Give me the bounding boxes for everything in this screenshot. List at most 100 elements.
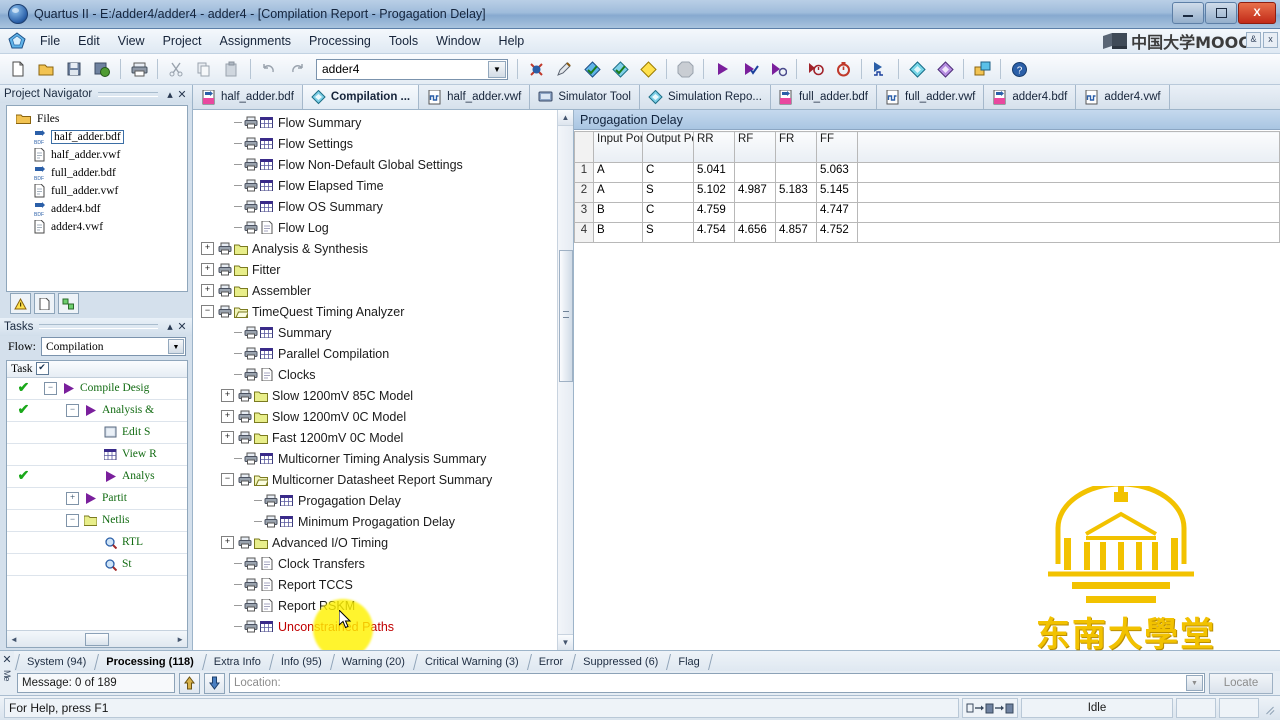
report-tree-item[interactable]: Flow Settings [193,133,573,154]
print-report-icon[interactable] [236,536,253,549]
scroll-up-arrow-icon[interactable]: ▲ [558,110,573,126]
print-report-icon[interactable] [242,326,259,339]
print-report-icon[interactable] [242,557,259,570]
report-tree-item[interactable]: + Slow 1200mV 0C Model [193,406,573,427]
message-tab[interactable]: Processing (118) [101,653,200,671]
task-toggle-icon[interactable]: + [66,491,79,505]
print-report-icon[interactable] [242,158,259,171]
maximize-button[interactable] [1205,2,1237,24]
menu-edit[interactable]: Edit [69,31,109,51]
tree-toggle-icon[interactable]: + [201,242,214,255]
next-message-icon[interactable] [204,672,225,694]
print-icon[interactable] [126,56,152,82]
print-report-icon[interactable] [236,389,253,402]
report-tree-item[interactable]: Clock Transfers [193,553,573,574]
message-tab[interactable]: Critical Warning (3) [420,653,526,671]
col-ff[interactable]: FF [816,131,858,163]
close-button[interactable]: X [1238,2,1276,24]
programmer2-icon[interactable] [932,56,958,82]
print-report-icon[interactable] [242,116,259,129]
message-tab[interactable]: Error [534,653,570,671]
task-toggle-icon[interactable]: − [66,403,79,417]
report-tree-item[interactable]: + Slow 1200mV 85C Model [193,385,573,406]
project-file-item[interactable]: BDF half_adder.bdf [7,128,187,146]
save-all-icon[interactable] [89,56,115,82]
help-icon[interactable]: ? [1006,56,1032,82]
col-input-port[interactable]: Input Port [593,131,643,163]
print-report-icon[interactable] [242,578,259,591]
report-tree-item[interactable]: + Assembler [193,280,573,301]
report-tree-item[interactable]: Multicorner Timing Analysis Summary [193,448,573,469]
task-row[interactable]: RTL [7,532,187,554]
print-report-icon[interactable] [236,473,253,486]
report-tree-item[interactable]: + Advanced I/O Timing [193,532,573,553]
tree-toggle-icon[interactable]: + [221,536,234,549]
project-file-item[interactable]: full_adder.vwf [7,182,187,200]
table-row[interactable]: 2 A S 5.102 4.987 5.183 5.145 [574,182,1280,203]
menu-view[interactable]: View [109,31,154,51]
mdi-close-button[interactable]: x [1263,32,1278,48]
tasks-pin-icon[interactable]: ▴ [164,320,176,333]
col-rf[interactable]: RF [734,131,776,163]
document-tab[interactable]: adder4.bdf [984,85,1077,109]
message-tab[interactable]: Info (95) [276,653,329,671]
report-tree-item[interactable]: + Fitter [193,259,573,280]
open-file-icon[interactable] [33,56,59,82]
tree-toggle-icon[interactable]: + [201,263,214,276]
print-report-icon[interactable] [242,200,259,213]
print-report-icon[interactable] [242,620,259,633]
report-tree-item[interactable]: Clocks [193,364,573,385]
report-tree-item[interactable]: − TimeQuest Timing Analyzer [193,301,573,322]
print-report-icon[interactable] [216,305,233,318]
print-report-icon[interactable] [242,347,259,360]
messages-close-icon[interactable]: ✕ [2,653,11,666]
task-row[interactable]: ✔ − Compile Desig [7,378,187,400]
task-toggle-icon[interactable]: − [66,513,79,527]
print-report-icon[interactable] [236,431,253,444]
document-tab[interactable]: half_adder.vwf [419,85,531,109]
locate-button[interactable]: Locate [1209,672,1273,694]
print-report-icon[interactable] [242,368,259,381]
print-report-icon[interactable] [216,284,233,297]
table-row[interactable]: 4 B S 4.754 4.656 4.857 4.752 [574,222,1280,243]
message-tab[interactable]: System (94) [22,653,93,671]
print-report-icon[interactable] [242,452,259,465]
tasks-close-icon[interactable]: ✕ [176,320,188,333]
start-fitter-icon[interactable] [765,56,791,82]
message-tab[interactable]: Warning (20) [337,653,412,671]
task-row[interactable]: − Netlis [7,510,187,532]
document-tab[interactable]: Simulator Tool [530,85,640,109]
menu-file[interactable]: File [31,31,69,51]
tree-toggle-icon[interactable]: − [221,473,234,486]
print-report-icon[interactable] [262,515,279,528]
message-tab[interactable]: Extra Info [209,653,268,671]
menu-assignments[interactable]: Assignments [210,31,300,51]
col-filler[interactable] [857,131,1280,163]
timequest-icon[interactable] [830,56,856,82]
project-file-item[interactable]: BDF adder4.bdf [7,200,187,218]
print-report-icon[interactable] [216,263,233,276]
report-tree-item[interactable]: Summary [193,322,573,343]
tasks-header-checkbox[interactable]: ✔ [35,362,49,375]
report-tree-item[interactable]: Report TCCS [193,574,573,595]
message-tab[interactable]: Suppressed (6) [578,653,665,671]
timing-analyzer-icon[interactable] [802,56,828,82]
diamond-icon[interactable] [635,56,661,82]
tree-root-files[interactable]: Files [7,110,187,128]
chevron-down-icon[interactable]: ▼ [168,339,184,354]
task-row[interactable]: ✔ Analys [7,466,187,488]
project-file-item[interactable]: BDF full_adder.bdf [7,164,187,182]
col-rr[interactable]: RR [693,131,735,163]
scroll-left-arrow-icon[interactable]: ◄ [10,635,18,644]
col-index[interactable] [574,131,594,163]
report-tree-item[interactable]: Flow OS Summary [193,196,573,217]
device-icon[interactable] [969,56,995,82]
print-report-icon[interactable] [242,179,259,192]
scroll-down-arrow-icon[interactable]: ▼ [558,634,573,650]
simulator-icon[interactable] [867,56,893,82]
report-tree-item[interactable]: + Analysis & Synthesis [193,238,573,259]
tree-toggle-icon[interactable]: − [201,305,214,318]
print-report-icon[interactable] [242,221,259,234]
programmer-icon[interactable] [904,56,930,82]
project-navigator-tree[interactable]: Files BDF half_adder.bdf half_adder.vwf BDF… [6,105,188,292]
